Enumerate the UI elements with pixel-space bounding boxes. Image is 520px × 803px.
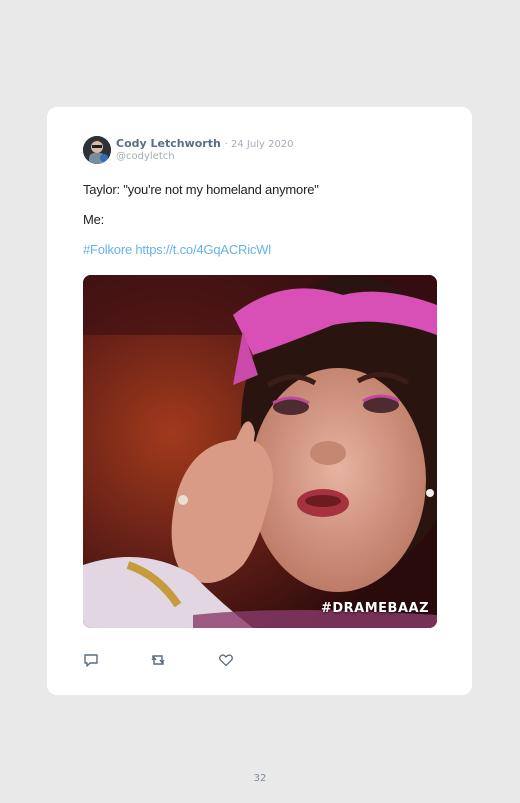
tweet-text-line-2: Me: xyxy=(83,212,105,227)
retweet-button[interactable] xyxy=(150,652,166,668)
heart-icon xyxy=(219,654,233,667)
page-number: 32 xyxy=(253,773,267,784)
reply-icon xyxy=(84,654,98,667)
avatar[interactable] xyxy=(83,136,111,164)
tweet-link[interactable]: #Folkore https://t.co/4GqACRicWl xyxy=(83,242,271,257)
tweet-card: Cody Letchworth · 24 July 2020 @codyletc… xyxy=(47,107,472,695)
author-name[interactable]: Cody Letchworth xyxy=(116,137,221,150)
media-watermark: #DRAMEBAAZ xyxy=(320,601,429,616)
retweet-icon xyxy=(151,655,165,665)
like-button[interactable] xyxy=(218,652,234,668)
tweet-text-line-1: Taylor: "you're not my homeland anymore" xyxy=(83,182,319,197)
tweet-date: · 24 July 2020 xyxy=(224,139,294,150)
media-illustration xyxy=(83,275,437,628)
author-handle[interactable]: @codyletch xyxy=(116,151,175,162)
author-line: Cody Letchworth · 24 July 2020 xyxy=(116,137,294,150)
reply-button[interactable] xyxy=(83,652,99,668)
tweet-media-image[interactable]: #DRAMEBAAZ xyxy=(83,275,437,628)
